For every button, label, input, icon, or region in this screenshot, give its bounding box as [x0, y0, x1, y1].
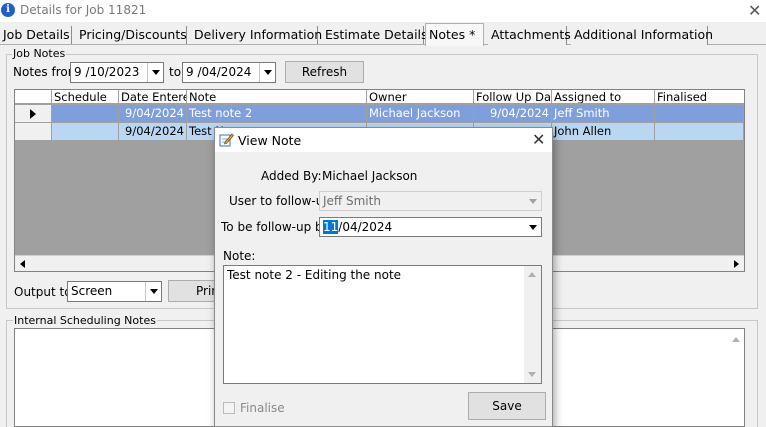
cell-date-entered[interactable]: 9/04/2024 [119, 105, 187, 123]
note-text: Test note 2 - Editing the note [227, 268, 402, 282]
info-icon: i [1, 3, 15, 17]
dialog-title-bar: View Note ✕ [215, 128, 552, 152]
close-icon[interactable]: ✕ [532, 130, 545, 149]
tab-estimate-details[interactable]: Estimate Details [322, 26, 428, 45]
title-bar: i Details for Job 11821 ✕ [0, 0, 766, 22]
column-header[interactable]: Follow Up Date [474, 90, 552, 104]
added-by-label: Added By: [261, 169, 322, 183]
user-follow-up-value: Jeff Smith [323, 194, 381, 208]
cell-schedule[interactable] [52, 105, 119, 123]
note-label: Note: [223, 249, 256, 263]
close-icon[interactable]: ✕ [748, 1, 761, 20]
follow-up-day-selected[interactable]: 11 [323, 220, 339, 234]
finalise-label: Finalise [240, 401, 285, 415]
column-header[interactable]: Date Entered [119, 90, 187, 104]
scroll-down-icon[interactable] [528, 372, 536, 377]
column-header[interactable]: Finalised [655, 90, 744, 104]
refresh-button[interactable]: Refresh [285, 61, 364, 83]
to-label: to [169, 65, 182, 79]
tab-delivery-information[interactable]: Delivery Information [191, 26, 322, 45]
chevron-down-icon[interactable] [147, 63, 163, 82]
view-note-dialog: View Note ✕ Added By: Michael Jackson Us… [214, 127, 553, 427]
window-title: Details for Job 11821 [20, 3, 147, 17]
follow-up-by-label: To be follow-up by: [221, 220, 333, 234]
column-header[interactable]: Assigned to [552, 90, 655, 104]
chevron-down-icon[interactable] [145, 282, 161, 301]
cell-date-entered[interactable]: 9/04/2024 [119, 123, 187, 141]
cell-assigned[interactable]: John Allen [552, 123, 655, 141]
cell-finalised[interactable] [655, 105, 744, 123]
tab-notes[interactable]: Notes * [425, 23, 484, 46]
from-date-value: 9 /10/2023 [74, 65, 140, 79]
scroll-left-icon[interactable] [20, 260, 25, 268]
internal-scheduling-legend: Internal Scheduling Notes [13, 314, 157, 327]
cell-note[interactable]: Test note 2 [187, 105, 367, 123]
save-button[interactable]: Save [468, 392, 546, 420]
follow-up-date-rest: /04/2024 [338, 220, 393, 234]
output-to-label: Output to [14, 285, 72, 299]
chevron-down-icon[interactable] [525, 218, 541, 236]
dialog-title: View Note [238, 133, 302, 148]
row-selector[interactable] [15, 123, 52, 141]
cell-owner[interactable]: Michael Jackson [367, 105, 474, 123]
chevron-down-icon[interactable] [259, 63, 275, 82]
cell-assigned[interactable]: Jeff Smith [552, 105, 655, 123]
note-textarea[interactable]: Test note 2 - Editing the note [223, 265, 542, 384]
output-to-value: Screen [71, 284, 113, 298]
column-header[interactable]: Schedule [52, 90, 119, 104]
to-date-picker[interactable]: 9 /04/2024 [182, 62, 276, 83]
row-selector[interactable] [15, 105, 52, 123]
cell-finalised[interactable] [655, 123, 744, 141]
tab-attachments[interactable]: Attachments [488, 26, 571, 45]
vertical-scrollbar[interactable] [524, 266, 541, 383]
added-by-value: Michael Jackson [322, 169, 418, 183]
scroll-up-icon[interactable] [732, 337, 740, 342]
column-header[interactable]: Owner [367, 90, 474, 104]
row-header-corner [15, 90, 52, 104]
output-to-select[interactable]: Screen [67, 281, 162, 302]
tab-pricing-discounts[interactable]: Pricing/Discounts [76, 26, 187, 45]
tab-additional-information[interactable]: Additional Information [571, 26, 713, 45]
tab-job-details[interactable]: Job Details [0, 26, 72, 45]
column-header[interactable]: Note [187, 90, 367, 104]
cell-follow-up[interactable]: 9/04/2024 [474, 105, 552, 123]
to-date-value: 9 /04/2024 [186, 65, 252, 79]
edit-note-icon [219, 133, 234, 147]
user-follow-up-select[interactable]: Jeff Smith [319, 191, 542, 211]
scroll-up-icon[interactable] [528, 272, 536, 277]
job-notes-legend: Job Notes [12, 47, 67, 60]
from-date-picker[interactable]: 9 /10/2023 [70, 62, 164, 83]
cell-schedule[interactable] [52, 123, 119, 141]
chevron-down-icon[interactable] [525, 192, 541, 210]
scroll-right-icon[interactable] [734, 260, 739, 268]
finalise-checkbox[interactable] [223, 402, 235, 414]
follow-up-by-date[interactable]: 11/04/2024 [319, 217, 542, 237]
row-pointer-icon [30, 109, 36, 119]
